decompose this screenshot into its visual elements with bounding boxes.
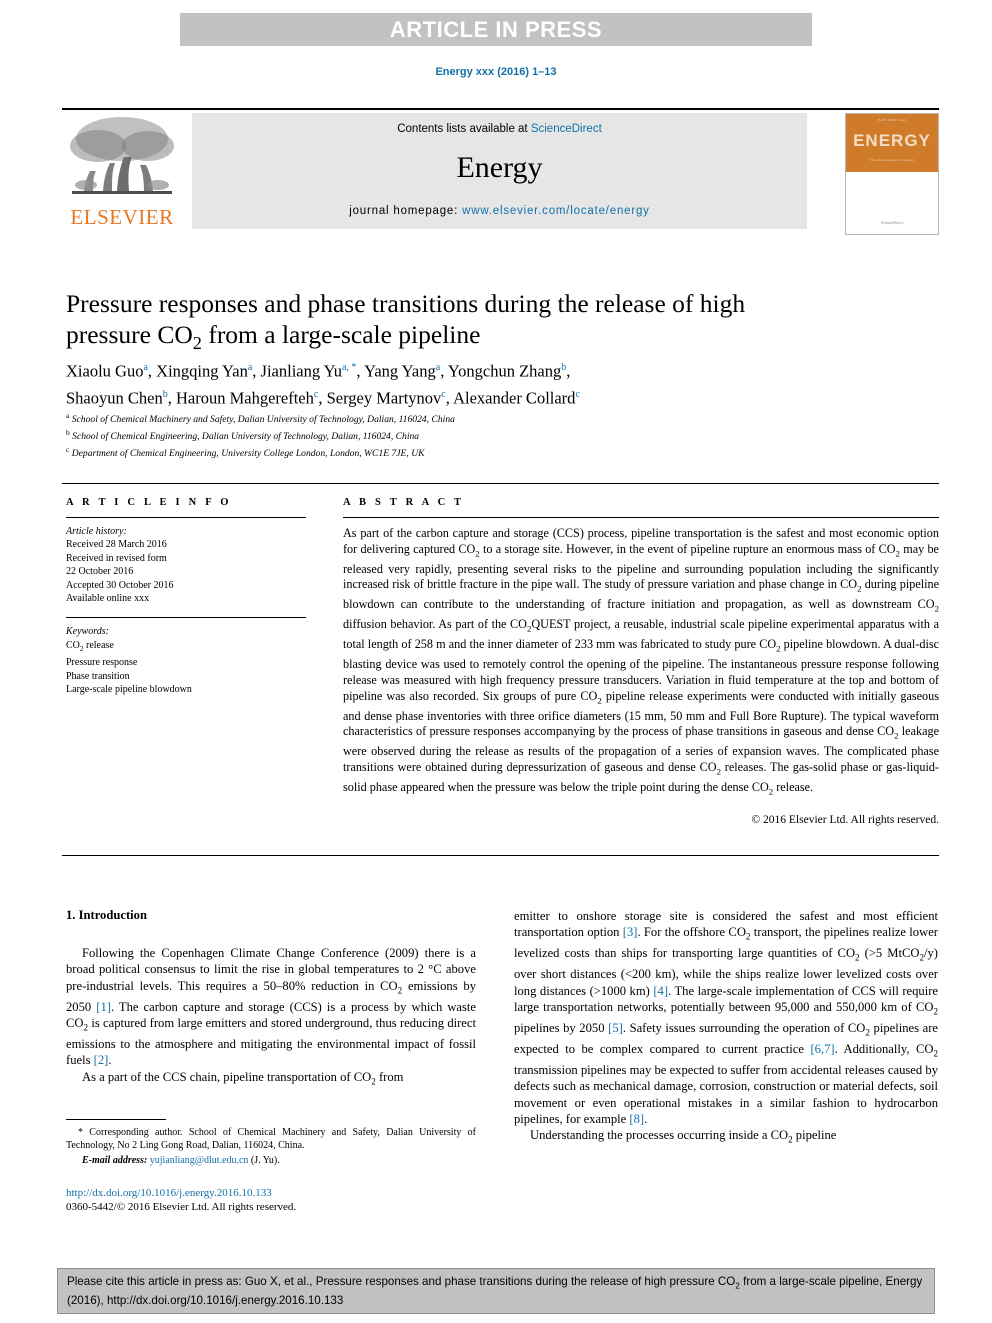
author-name: Xingqing Yan	[156, 361, 248, 381]
article-history-item: Received in revised form	[66, 552, 167, 564]
author-name: Yang Yang	[364, 361, 436, 381]
cover-bottom-band: ScienceDirect	[846, 172, 938, 232]
footnote-rule	[66, 1118, 166, 1120]
affiliation-text: School of Chemical Machinery and Safety,…	[71, 414, 455, 426]
email-link[interactable]: yujianliang@dlut.edu.cn	[150, 1155, 249, 1166]
info-band-top-rule	[62, 483, 939, 484]
article-in-press-label: ARTICLE IN PRESS	[389, 16, 603, 42]
journal-cover-thumbnail: ISSN 0360-5442 ENERGY The International …	[845, 113, 939, 235]
keyword-item: CO2 release	[66, 639, 114, 653]
page-title: Pressure responses and phase transitions…	[66, 288, 856, 359]
info-band-bottom-rule	[62, 855, 939, 856]
author-affiliation-mark: b	[162, 388, 168, 400]
keyword-item: Pressure response	[66, 657, 138, 669]
author-affiliation-mark: c	[313, 388, 319, 400]
contents-prefix: Contents lists available at	[397, 123, 531, 135]
cover-issue-line: ISSN 0360-5442	[877, 118, 907, 122]
cover-title-text: ENERGY	[853, 131, 931, 150]
corresponding-author-text: * Corresponding author. School of Chemic…	[66, 1126, 476, 1151]
body-paragraph: Understanding the processes occurring in…	[530, 1128, 837, 1145]
keyword-item: Large-scale pipeline blowdown	[66, 684, 192, 696]
contents-panel: Contents lists available at ScienceDirec…	[192, 113, 807, 229]
author-affiliation-mark: a	[247, 362, 253, 373]
article-info-heading: A R T I C L E I N F O	[66, 497, 232, 508]
cover-top-band: ISSN 0360-5442 ENERGY The International …	[846, 114, 938, 172]
homepage-prefix: journal homepage:	[349, 205, 463, 217]
body-paragraph: As a part of the CCS chain, pipeline tra…	[82, 1069, 404, 1087]
abstract-text: As part of the carbon capture and storag…	[343, 526, 939, 797]
abstract-divider	[343, 517, 939, 518]
body-paragraph: Following the Copenhagen Climate Change …	[66, 946, 476, 1068]
journal-masthead: ELSEVIER Contents lists available at Sci…	[62, 108, 939, 237]
journal-reference-line: Energy xxx (2016) 1–13	[435, 66, 557, 78]
author-affiliation-mark: c	[441, 388, 446, 400]
keywords-divider	[66, 617, 306, 619]
title-line-2-b: from a large-scale pipeline	[201, 320, 481, 349]
issn-copyright-line: 0360-5442/© 2016 Elsevier Ltd. All right…	[66, 1201, 297, 1214]
corresponding-author-footnote: * Corresponding author. School of Chemic…	[66, 1126, 476, 1152]
author-affiliation-mark: a	[143, 362, 148, 373]
cover-subtitle-text: The International Journal	[869, 158, 915, 162]
elsevier-wordmark: ELSEVIER	[70, 205, 174, 229]
affiliation-list: a School of Chemical Machinery and Safet…	[66, 410, 766, 460]
author-affiliation-mark: a	[435, 362, 441, 373]
abstract-heading: A B S T R A C T	[343, 497, 465, 508]
affiliation-item: a School of Chemical Machinery and Safet…	[66, 410, 766, 427]
author-affiliation-mark: c	[575, 388, 580, 400]
affiliation-item: c Department of Chemical Engineering, Un…	[66, 444, 766, 461]
author-name: Xiaolu Guo	[66, 361, 144, 381]
article-info-divider	[66, 517, 306, 518]
keyword-item: Phase transition	[66, 670, 130, 682]
author-affiliation-mark: a, *	[341, 362, 357, 373]
doi-block: http://dx.doi.org/10.1016/j.energy.2016.…	[66, 1186, 476, 1214]
body-column-left: 1. Introduction Following the Copenhagen…	[66, 908, 476, 1214]
citation-footer-text: Please cite this article in press as: Gu…	[67, 1275, 923, 1308]
article-history-label: Article history:	[66, 526, 127, 537]
author-name: Haroun Mahgerefteh	[175, 388, 314, 407]
author-name: Jianliang Yu	[260, 361, 342, 381]
author-affiliation-mark: b	[561, 362, 567, 373]
elsevier-tree-icon	[62, 113, 182, 205]
journal-homepage-link[interactable]: www.elsevier.com/locate/energy	[462, 205, 650, 217]
affiliation-text: Department of Chemical Engineering, Univ…	[71, 447, 425, 459]
abstract-copyright: © 2016 Elsevier Ltd. All rights reserved…	[751, 813, 939, 826]
elsevier-logo: ELSEVIER	[62, 113, 182, 233]
affiliation-text: School of Chemical Engineering, Dalian U…	[72, 430, 420, 442]
author-name: Yongchun Zhang	[447, 361, 562, 381]
author-name: Shaoyun Chen	[66, 388, 163, 407]
journal-homepage-line: journal homepage: www.elsevier.com/locat…	[192, 205, 807, 217]
section-heading-introduction: 1. Introduction	[66, 908, 147, 922]
journal-title: Energy	[456, 151, 543, 184]
cover-footer-text: ScienceDirect	[880, 220, 904, 225]
abstract-section: A B S T R A C T As part of the carbon ca…	[343, 497, 939, 826]
email-owner: (J. Yu).	[250, 1155, 280, 1167]
affiliation-item: b School of Chemical Engineering, Dalian…	[66, 427, 766, 444]
citation-footer-box: Please cite this article in press as: Gu…	[57, 1268, 935, 1314]
article-history-block: Article history: Received 28 March 2016 …	[66, 525, 306, 605]
affiliation-mark: a	[66, 411, 70, 420]
author-name: Sergey Martynov	[326, 388, 442, 407]
keywords-label: Keywords:	[66, 626, 109, 638]
title-subscript: 2	[192, 333, 202, 354]
email-label: E-mail address:	[82, 1155, 148, 1167]
email-footnote: E-mail address: yujianliang@dlut.edu.cn …	[66, 1154, 476, 1167]
author-list: Xiaolu Guoa, Xingqing Yana, Jianliang Yu…	[66, 361, 580, 408]
sciencedirect-link[interactable]: ScienceDirect	[531, 123, 602, 135]
body-paragraph: emitter to onshore storage site is consi…	[514, 909, 938, 1127]
body-column-right: emitter to onshore storage site is consi…	[514, 908, 938, 1148]
doi-link[interactable]: http://dx.doi.org/10.1016/j.energy.2016.…	[66, 1186, 476, 1200]
contents-available-line: Contents lists available at ScienceDirec…	[192, 113, 807, 135]
affiliation-mark: b	[66, 427, 70, 437]
keywords-block: Keywords: CO2 release Pressure response …	[66, 625, 306, 696]
title-line-2-a: pressure CO	[66, 320, 193, 349]
article-history-item: Accepted 30 October 2016	[66, 579, 174, 591]
author-name: Alexander Collard	[453, 388, 576, 407]
article-history-item: 22 October 2016	[66, 566, 134, 578]
article-history-item: Available online xxx	[66, 593, 150, 605]
affiliation-mark: c	[66, 444, 70, 454]
article-history-item: Received 28 March 2016	[66, 539, 167, 551]
title-line-1: Pressure responses and phase transitions…	[66, 289, 746, 318]
article-info-section: A R T I C L E I N F O Article history: R…	[66, 497, 306, 696]
article-in-press-banner: ARTICLE IN PRESS	[180, 13, 812, 46]
